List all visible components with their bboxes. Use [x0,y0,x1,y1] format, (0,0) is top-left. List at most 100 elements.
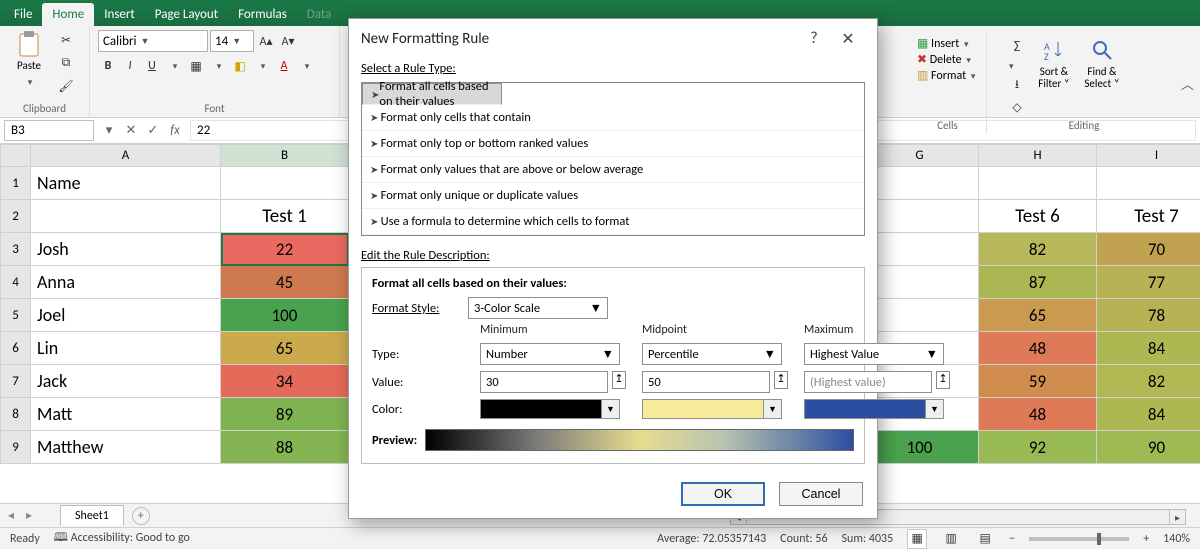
min-color-picker[interactable]: ▼ [480,399,620,419]
italic-button[interactable]: I [120,56,140,76]
copy-icon[interactable]: ⧉ [56,53,76,73]
tab-page-layout[interactable]: Page Layout [145,3,228,26]
borders-icon[interactable]: ▦ [186,56,206,76]
row-head-7[interactable]: 7 [1,365,31,398]
zoom-in-icon[interactable]: + [1143,532,1149,546]
cell-I5[interactable]: 78 [1097,299,1200,332]
view-normal-icon[interactable]: ▦ [907,529,927,549]
rule-type-option[interactable]: Format only unique or duplicate values [362,183,864,209]
cell-H2[interactable]: Test 6 [979,200,1097,233]
cell-B6[interactable]: 65 [221,332,349,365]
fill-color-dropdown-icon[interactable] [252,56,272,76]
ok-button[interactable]: OK [681,482,765,506]
cell-A2[interactable] [31,200,221,233]
row-head-6[interactable]: 6 [1,332,31,365]
min-value-input[interactable]: 30 [480,371,608,393]
view-page-layout-icon[interactable]: ▥ [941,529,961,549]
font-color-icon[interactable]: A [274,56,294,76]
col-B[interactable]: B [221,145,349,167]
cell-A3[interactable]: Josh [31,233,221,266]
underline-button[interactable]: U [142,56,162,76]
cells-format[interactable]: ▥ Format [917,68,975,83]
cell-I7[interactable]: 82 [1097,365,1200,398]
cell-I4[interactable]: 77 [1097,266,1200,299]
col-A[interactable]: A [31,145,221,167]
autosum-icon[interactable]: ∑ [1007,36,1027,56]
tab-data[interactable]: Data [297,3,342,26]
delete-dropdown-icon[interactable] [964,53,971,67]
dialog-close-icon[interactable]: ✕ [831,29,865,49]
row-head-5[interactable]: 5 [1,299,31,332]
rule-type-option[interactable]: Use a formula to determine which cells t… [362,209,864,235]
cell-H6[interactable]: 48 [979,332,1097,365]
row-head-9[interactable]: 9 [1,431,31,464]
cell-H4[interactable]: 87 [979,266,1097,299]
dialog-help-icon[interactable]: ? [797,29,831,49]
cell-G3[interactable] [861,233,979,266]
cell-A1[interactable]: Name [31,167,221,200]
zoom-level[interactable]: 140% [1163,532,1190,546]
rule-type-list[interactable]: Format all cells based on their values Fo… [361,82,865,236]
view-page-break-icon[interactable]: ▤ [975,529,995,549]
row-head-4[interactable]: 4 [1,266,31,299]
cell-B9[interactable]: 88 [221,431,349,464]
decrease-font-icon[interactable]: A▾ [278,31,298,51]
mid-value-ref-icon[interactable] [774,371,788,389]
zoom-out-icon[interactable]: − [1009,532,1015,546]
tab-formulas[interactable]: Formulas [228,3,297,26]
underline-dropdown-icon[interactable] [164,56,184,76]
format-painter-icon[interactable]: 🖌 [56,76,76,96]
rule-type-option[interactable]: Format only top or bottom ranked values [362,131,864,157]
bold-button[interactable]: B [98,56,118,76]
format-style-select[interactable]: 3-Color Scale▼ [468,297,608,319]
cell-G9[interactable]: 100 [861,431,979,464]
cell-H3[interactable]: 82 [979,233,1097,266]
tab-home[interactable]: Home [42,3,94,26]
font-family-combo[interactable]: Calibri▼ [98,30,208,52]
col-G[interactable]: G [861,145,979,167]
cell-B1[interactable] [221,167,349,200]
fx-icon[interactable]: fx [164,123,186,138]
fill-icon[interactable]: ⭳ [1007,75,1027,95]
fill-color-icon[interactable]: ◧ [230,56,250,76]
cell-H7[interactable]: 59 [979,365,1097,398]
max-value-input[interactable]: (Highest value) [804,371,932,393]
rule-type-option[interactable]: Format all cells based on their values [362,83,502,105]
cell-H5[interactable]: 65 [979,299,1097,332]
cell-H8[interactable]: 48 [979,398,1097,431]
paste-button[interactable]: Paste [8,30,50,89]
cell-A4[interactable]: Anna [31,266,221,299]
collapse-ribbon-icon[interactable]: ︿ [1181,74,1194,93]
sort-filter-button[interactable]: AZ Sort &Filter ˅ [1033,36,1075,90]
cell-A9[interactable]: Matthew [31,431,221,464]
cell-A6[interactable]: Lin [31,332,221,365]
cell-I6[interactable]: 84 [1097,332,1200,365]
font-color-dropdown-icon[interactable] [296,56,316,76]
cell-A7[interactable]: Jack [31,365,221,398]
enter-formula-icon[interactable]: ✓ [142,123,164,138]
tab-file[interactable]: File [4,3,42,26]
autosum-dropdown-icon[interactable] [1007,58,1027,73]
add-sheet-button[interactable]: + [132,507,150,525]
borders-dropdown-icon[interactable] [208,56,228,76]
mid-type-select[interactable]: Percentile▼ [642,343,782,365]
namebox-dropdown-icon[interactable]: ▾ [98,123,120,138]
max-type-select[interactable]: Highest Value▼ [804,343,944,365]
font-size-combo[interactable]: 14▼ [210,30,254,52]
min-type-select[interactable]: Number▼ [480,343,620,365]
cancel-formula-icon[interactable]: ✕ [120,123,142,138]
cell-B2[interactable]: Test 1 [221,200,349,233]
row-head-1[interactable]: 1 [1,167,31,200]
select-all-corner[interactable] [1,145,31,167]
cell-I2[interactable]: Test 7 [1097,200,1200,233]
row-head-2[interactable]: 2 [1,200,31,233]
cell-B8[interactable]: 89 [221,398,349,431]
rule-type-option[interactable]: Format only values that are above or bel… [362,157,864,183]
col-I[interactable]: I [1097,145,1200,167]
cell-A8[interactable]: Matt [31,398,221,431]
cell-A5[interactable]: Joel [31,299,221,332]
max-color-picker[interactable]: ▼ [804,399,944,419]
mid-value-input[interactable]: 50 [642,371,770,393]
sheet-tab[interactable]: Sheet1 [60,505,124,526]
cell-G4[interactable] [861,266,979,299]
